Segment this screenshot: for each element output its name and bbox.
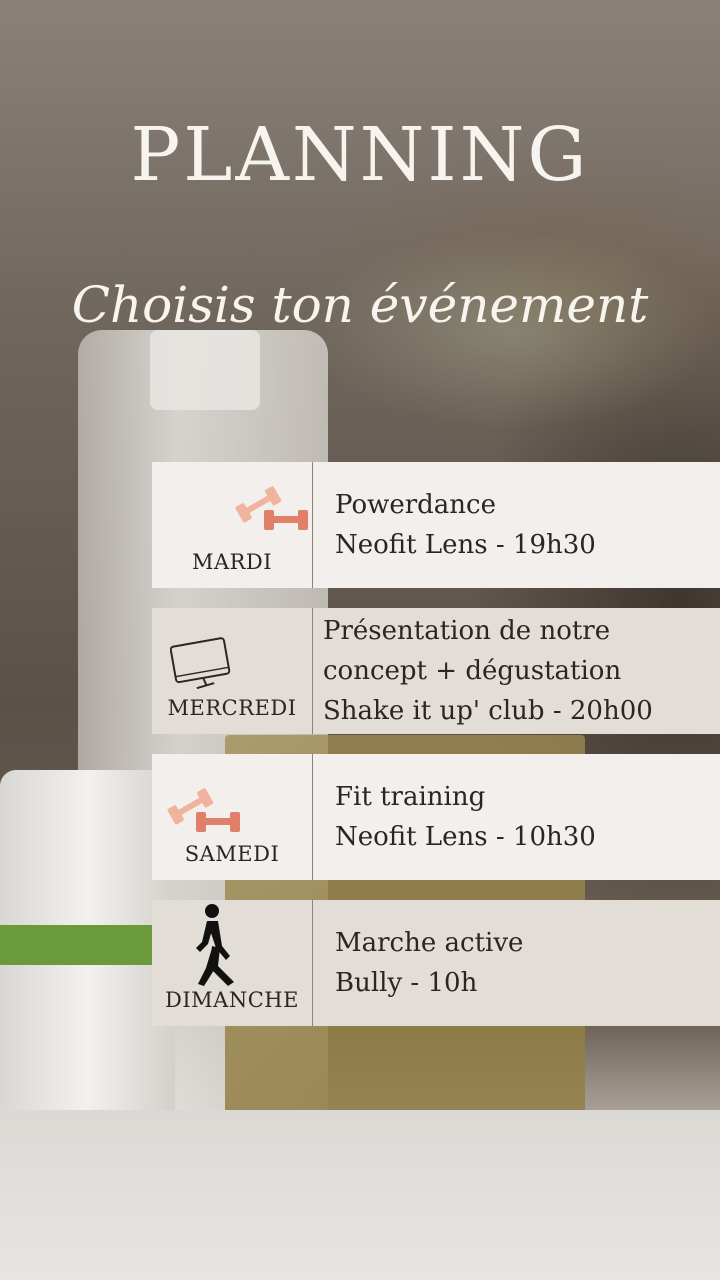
page-title: PLANNING bbox=[130, 112, 590, 198]
event-row-mercredi[interactable]: MERCREDI Présentation de notre concept +… bbox=[152, 608, 720, 734]
dumbbell-icon bbox=[167, 788, 240, 832]
event-location-time: Neofit Lens - 19h30 bbox=[335, 530, 596, 560]
event-day-label: SAMEDI bbox=[184, 842, 280, 866]
event-title: Présentation de notre bbox=[323, 616, 611, 646]
product-tub-band bbox=[0, 925, 160, 965]
page-subtitle: Choisis ton événement bbox=[71, 276, 649, 334]
event-day-cell: SAMEDI bbox=[152, 754, 313, 880]
walking-person-icon bbox=[196, 904, 234, 986]
event-title: Powerdance bbox=[335, 490, 497, 520]
event-location-time: Neofit Lens - 10h30 bbox=[335, 822, 596, 852]
table-surface bbox=[0, 1110, 720, 1280]
event-info: Fit training Neofit Lens - 10h30 bbox=[313, 754, 720, 880]
dumbbell-icon bbox=[235, 486, 308, 530]
event-location-time: Shake it up' club - 20h00 bbox=[323, 696, 653, 726]
event-row-mardi[interactable]: MARDI Powerdance Neofit Lens - 19h30 bbox=[152, 462, 720, 588]
event-row-samedi[interactable]: SAMEDI Fit training Neofit Lens - 10h30 bbox=[152, 754, 720, 880]
event-day-cell: MARDI bbox=[152, 462, 313, 588]
event-day-label: MARDI bbox=[191, 550, 273, 574]
bottle-cap bbox=[150, 330, 260, 410]
event-info: Présentation de notre concept + dégustat… bbox=[313, 608, 720, 734]
event-title-continued: concept + dégustation bbox=[323, 656, 622, 686]
event-info: Marche active Bully - 10h bbox=[313, 900, 720, 1026]
monitor-icon bbox=[170, 637, 231, 690]
event-info: Powerdance Neofit Lens - 19h30 bbox=[313, 462, 720, 588]
event-title: Marche active bbox=[335, 928, 524, 958]
event-title: Fit training bbox=[335, 782, 486, 812]
event-day-label: DIMANCHE bbox=[165, 988, 299, 1012]
event-day-label: MERCREDI bbox=[167, 696, 297, 720]
event-list: MARDI Powerdance Neofit Lens - 19h30 MER… bbox=[152, 462, 720, 1046]
event-row-dimanche[interactable]: DIMANCHE Marche active Bully - 10h bbox=[152, 900, 720, 1026]
event-location-time: Bully - 10h bbox=[335, 968, 478, 998]
event-day-cell: DIMANCHE bbox=[152, 900, 313, 1026]
event-day-cell: MERCREDI bbox=[152, 608, 313, 734]
